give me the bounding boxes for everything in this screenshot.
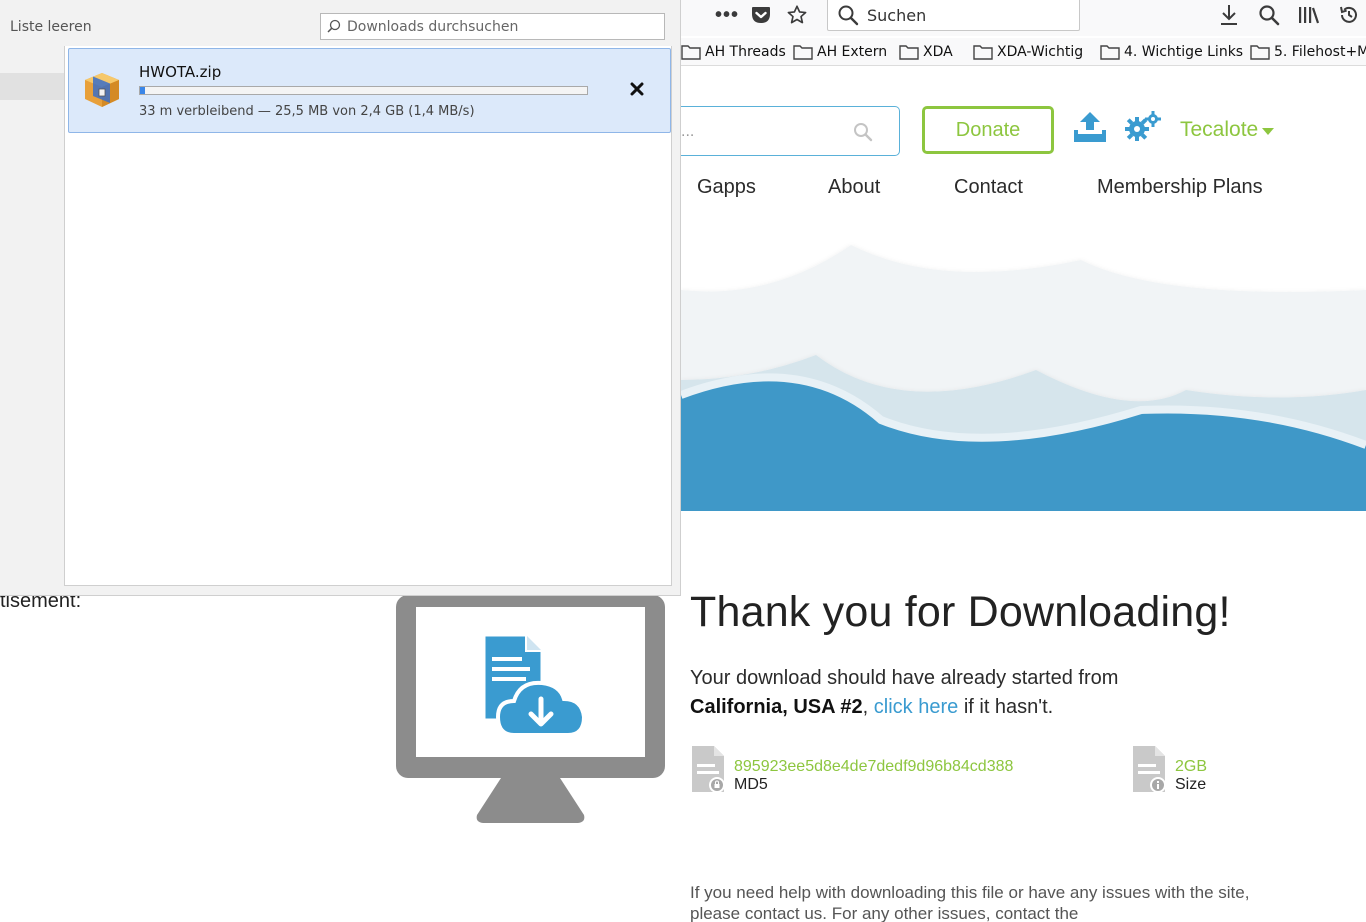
downloads-panel: Liste leeren Downloads durchsuchen HWOTA… [0,0,681,596]
history-icon[interactable] [1334,2,1364,28]
folder-icon [793,45,813,60]
library-icon[interactable] [1294,2,1324,28]
folder-icon [899,45,919,60]
bookmark-label: XDA-Wichtig [997,44,1084,60]
bookmark-label: AH Extern [817,44,888,60]
gears-icon[interactable] [1124,110,1162,144]
bookmark-folder-filehost[interactable]: 5. Filehost+M [1250,42,1366,62]
size-value: 2GB [1175,758,1208,775]
md5-info: 895923ee5d8e4de7dedf9d96b84cd388 MD5 [690,744,1090,796]
bookmark-folder-ah-extern[interactable]: AH Extern [793,42,887,62]
zip-archive-icon [85,73,119,107]
folder-icon [1250,45,1270,60]
bookmark-label: XDA [923,44,953,60]
chevron-down-icon [1262,128,1275,135]
downloads-search-input[interactable]: Downloads durchsuchen [320,13,665,40]
md5-label: MD5 [734,776,768,793]
library-sidebar-selection[interactable] [0,73,64,100]
folder-icon [681,45,701,60]
size-info: 2GB Size [1131,744,1281,796]
bookmarks-toolbar: AH Threads AH Extern XDA XDA-Wichtig 4. … [681,38,1366,66]
search-icon [327,19,341,33]
site-search-placeholder: ... [681,123,695,140]
download-progress-bar [139,86,588,95]
username: Tecalote [1180,118,1259,141]
file-info-icon [1133,746,1166,793]
folder-icon [973,45,993,60]
clear-list-button[interactable]: Liste leeren [10,19,92,35]
download-item[interactable]: HWOTA.zip 33 m verbleibend — 25,5 MB von… [68,48,671,133]
browser-search-input[interactable]: Suchen [827,0,1080,31]
bookmark-label: AH Threads [705,44,786,60]
md5-value: 895923ee5d8e4de7dedf9d96b84cd388 [734,758,1014,775]
click-here-link[interactable]: click here [874,696,958,718]
download-filename: HWOTA.zip [139,63,222,81]
downloads-arrow-icon[interactable] [1214,2,1244,28]
bookmark-star-icon[interactable] [782,2,812,28]
nav-contact[interactable]: Contact [954,176,1023,199]
search-icon[interactable] [853,122,873,142]
nav-gapps[interactable]: Gapps [697,176,756,199]
site-search-input[interactable]: ... [681,106,900,156]
download-info-suffix: if it hasn't. [963,696,1054,718]
download-illustration [396,595,665,823]
bookmark-label: 4. Wichtige Links [1124,44,1244,60]
downloads-panel-header: Liste leeren Downloads durchsuchen [0,8,681,46]
mirror-location: California, USA #2 [690,696,863,718]
search-icon [838,5,859,26]
file-lock-icon [692,746,725,793]
bookmark-label: 5. Filehost+M [1274,44,1366,60]
zoom-search-icon[interactable] [1254,2,1284,28]
wave-banner [681,245,1366,511]
bookmark-folder-xda[interactable]: XDA [899,42,953,62]
pocket-icon[interactable] [746,2,776,28]
download-info: Your download should have already starte… [690,664,1330,722]
bookmark-folder-ah-threads[interactable]: AH Threads [681,42,786,62]
size-label: Size [1175,776,1207,793]
upload-icon[interactable] [1073,110,1107,144]
bookmark-folder-wichtige-links[interactable]: 4. Wichtige Links [1100,42,1243,62]
nav-about[interactable]: About [828,176,880,199]
folder-icon [1100,45,1120,60]
browser-search-placeholder: Suchen [867,6,927,25]
help-text: If you need help with downloading this f… [690,883,1250,922]
user-menu[interactable]: Tecalote [1180,118,1275,142]
nav-membership-plans[interactable]: Membership Plans [1097,176,1263,199]
download-progress-fill [140,87,145,94]
close-icon[interactable] [627,79,647,99]
donate-button[interactable]: Donate [922,106,1054,154]
download-info-prefix: Your download should have already starte… [690,667,1119,689]
separator-comma: , [862,696,869,718]
downloads-search-placeholder: Downloads durchsuchen [347,19,519,35]
download-status: 33 m verbleibend — 25,5 MB von 2,4 GB (1… [139,104,475,119]
bookmark-folder-xda-wichtig[interactable]: XDA-Wichtig [973,42,1083,62]
downloads-list: HWOTA.zip 33 m verbleibend — 25,5 MB von… [64,46,672,586]
page-title: Thank you for Downloading! [690,588,1231,636]
page-actions-menu-icon[interactable]: ••• [712,2,742,28]
